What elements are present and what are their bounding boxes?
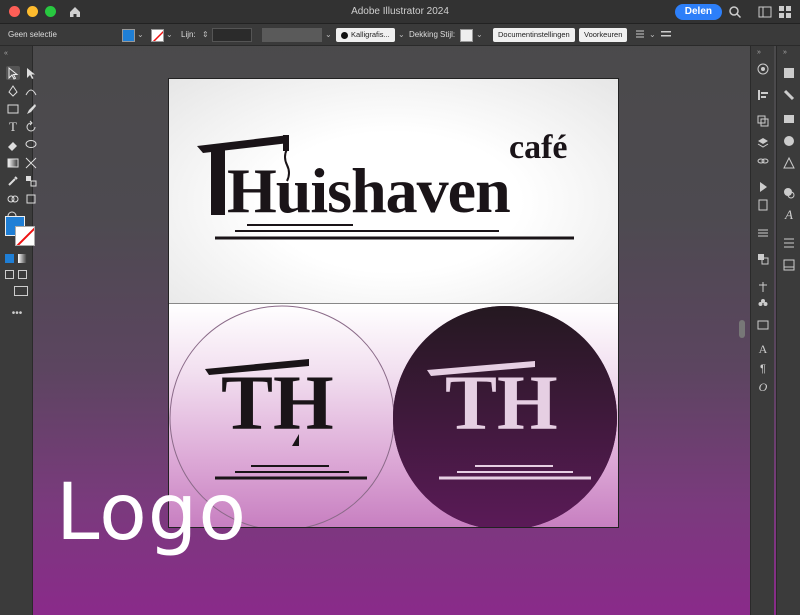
workspace-switcher-icon[interactable] — [758, 5, 772, 19]
graphic-style-swatch[interactable] — [460, 29, 473, 42]
arrange-chevron-icon[interactable]: ⌄ — [649, 28, 656, 42]
draw-normal-icon[interactable] — [5, 270, 14, 279]
selection-status: Geen selectie — [8, 30, 57, 39]
appearance-panel-icon[interactable] — [782, 156, 796, 170]
home-icon[interactable] — [68, 5, 82, 19]
vertical-scrollbar[interactable] — [739, 320, 745, 338]
opacity-label[interactable]: Dekking — [409, 28, 438, 42]
screen-mode-icon[interactable] — [14, 286, 28, 296]
character-panel-icon[interactable]: A — [756, 342, 770, 356]
brush-dot-icon — [341, 31, 348, 39]
document-info-icon[interactable] — [756, 198, 770, 212]
rectangle-tool-icon[interactable] — [6, 102, 20, 116]
opentype-panel-icon[interactable]: O — [756, 380, 770, 394]
style-chevron-icon[interactable]: ⌄ — [476, 28, 483, 42]
libraries-panel-icon[interactable] — [782, 236, 796, 250]
share-button[interactable]: Delen — [674, 4, 722, 20]
paintbrush-tool-icon[interactable] — [24, 102, 38, 116]
no-stroke-icon — [152, 30, 163, 41]
transform-panel-icon[interactable] — [756, 114, 770, 128]
more-tools-icon[interactable]: ••• — [10, 308, 24, 322]
mesh-tool-icon[interactable] — [24, 156, 38, 170]
search-icon[interactable] — [728, 5, 742, 19]
maximize-window-button[interactable] — [45, 6, 56, 17]
stroke-color-box[interactable] — [15, 226, 35, 246]
paragraph-panel-icon[interactable]: ¶ — [756, 362, 770, 376]
preferences-button[interactable]: Voorkeuren — [579, 28, 628, 42]
brush-chevron-icon[interactable]: ⌄ — [398, 28, 405, 42]
style-label: Stijl: — [440, 30, 456, 39]
direct-selection-tool-icon[interactable] — [24, 66, 38, 80]
minimize-window-button[interactable] — [27, 6, 38, 17]
panel-dock-2: » A — [776, 46, 800, 615]
gradient-tool-icon[interactable] — [6, 156, 20, 170]
title-bar: Adobe Illustrator 2024 Delen — [0, 0, 800, 24]
glyphs-panel-icon[interactable]: A — [782, 208, 796, 222]
variable-width-profile[interactable] — [262, 28, 322, 42]
overlay-label: Logo — [56, 468, 248, 558]
stroke-weight-stepper[interactable]: ⇕ — [202, 28, 209, 42]
wordmark-cafe: café — [509, 129, 568, 166]
image-trace-icon[interactable] — [756, 318, 770, 332]
align-panel-icon[interactable] — [756, 88, 770, 102]
symbols-panel-icon[interactable] — [756, 280, 770, 294]
transparency-panel-icon[interactable] — [782, 134, 796, 148]
gradient-mode-icon[interactable] — [18, 254, 27, 263]
fill-chevron-icon[interactable]: ⌄ — [137, 28, 144, 42]
links-panel-icon[interactable] — [756, 154, 770, 168]
more-options-icon[interactable] — [660, 28, 672, 40]
stroke-swatch[interactable] — [151, 29, 164, 42]
color-mode-icon[interactable] — [5, 254, 14, 263]
brush-definition[interactable]: Kalligrafis... — [336, 28, 395, 42]
document-settings-button[interactable]: Documentinstellingen — [493, 28, 575, 42]
stroke-weight-label: Lijn: — [181, 30, 196, 39]
collapse-panel-icon[interactable]: « — [4, 50, 8, 57]
blend-tool-icon[interactable] — [24, 174, 38, 188]
curvature-tool-icon[interactable] — [24, 84, 38, 98]
artboard-tool-icon[interactable] — [24, 192, 38, 206]
monogram-light: TH — [221, 359, 334, 446]
no-stroke-icon — [16, 227, 34, 245]
graphic-styles-icon[interactable] — [782, 186, 796, 200]
properties-panel-icon[interactable] — [756, 226, 770, 240]
monogram-dark: TH — [445, 359, 558, 446]
wordmark-main: Huishaven — [227, 155, 511, 226]
control-bar: Geen selectie ⌄ ⌄ Lijn: ⇕ ⌄ Kalligrafis.… — [0, 24, 800, 46]
stroke-weight-input[interactable] — [212, 28, 252, 42]
window-controls — [9, 6, 56, 17]
swatches-panel-icon[interactable] — [782, 66, 796, 80]
stroke-chevron-icon[interactable]: ⌄ — [166, 28, 173, 42]
gradient-panel-icon[interactable] — [782, 112, 796, 126]
layers-panel-icon[interactable] — [756, 136, 770, 150]
rotate-tool-icon[interactable] — [24, 120, 38, 134]
asset-export-icon[interactable] — [782, 258, 796, 272]
selection-tool-icon[interactable] — [6, 66, 20, 80]
wordmark-text: Huishaven — [227, 159, 511, 223]
draw-behind-icon[interactable] — [18, 270, 27, 279]
shape-builder-tool-icon[interactable] — [6, 192, 20, 206]
close-window-button[interactable] — [9, 6, 20, 17]
tools-panel: « T ••• — [0, 46, 37, 615]
panel-dock-1: » A ¶ O — [750, 46, 774, 615]
profile-chevron-icon[interactable]: ⌄ — [325, 28, 332, 42]
lasso-tool-icon[interactable] — [24, 138, 38, 152]
actions-panel-icon[interactable] — [756, 180, 770, 194]
type-tool-icon[interactable]: T — [6, 120, 20, 134]
fill-swatch[interactable] — [122, 29, 135, 42]
stroke-panel-icon[interactable] — [782, 88, 796, 102]
arrange-icon[interactable] — [634, 28, 646, 40]
search-plugin-icon[interactable] — [778, 5, 792, 19]
eyedropper-tool-icon[interactable] — [6, 174, 20, 188]
brushes-panel-icon[interactable] — [756, 296, 770, 310]
color-panel-icon[interactable] — [756, 62, 770, 76]
artboard[interactable]: Huishaven café TH TH — [168, 78, 619, 528]
brush-name: Kalligrafis... — [351, 30, 390, 39]
eraser-tool-icon[interactable] — [6, 138, 20, 152]
pen-tool-icon[interactable] — [6, 84, 20, 98]
collapse-dock2-icon[interactable]: » — [783, 49, 787, 56]
collapse-dock-icon[interactable]: » — [757, 49, 761, 56]
pathfinder-panel-icon[interactable] — [756, 252, 770, 266]
